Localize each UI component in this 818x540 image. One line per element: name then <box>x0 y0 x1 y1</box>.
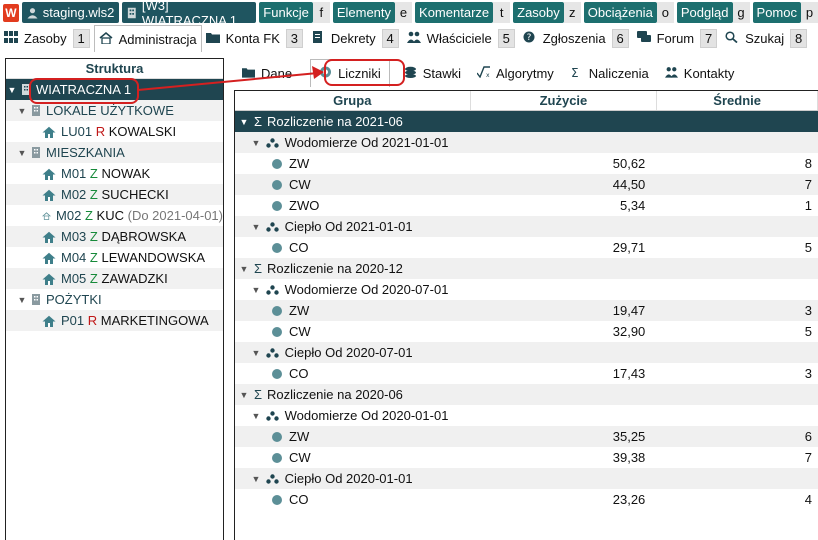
annotation-arrow <box>137 66 324 91</box>
